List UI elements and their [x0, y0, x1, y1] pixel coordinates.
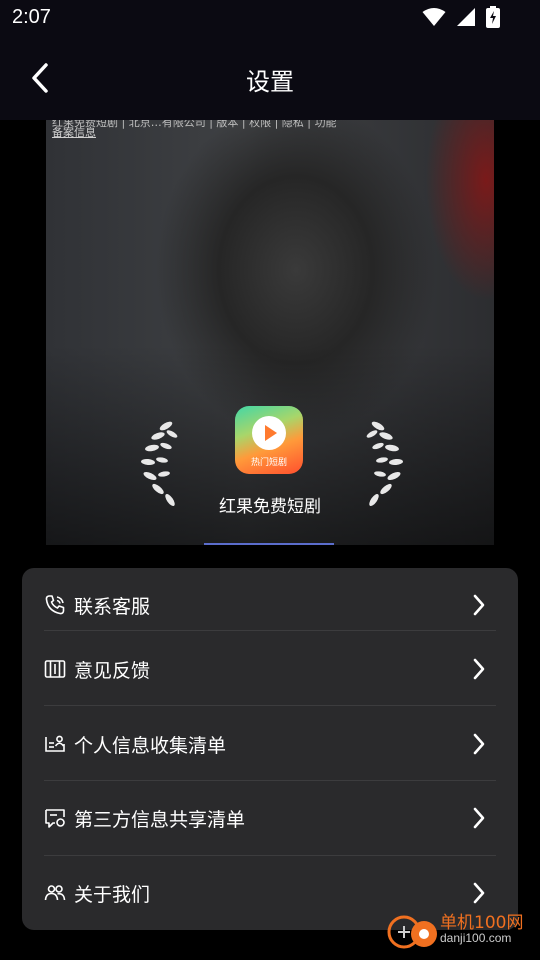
- battery-charging-icon: [486, 6, 500, 28]
- feedback-icon: [44, 658, 66, 680]
- app-name: 红果免费短剧: [219, 497, 321, 517]
- divider: [44, 630, 496, 631]
- divider: [44, 780, 496, 781]
- page-title: 设置: [246, 68, 294, 96]
- splash-indicator: [204, 543, 334, 545]
- status-time: 2:07: [12, 6, 51, 28]
- divider: [44, 705, 496, 706]
- menu-item-third-party-sharing-list[interactable]: 第三方信息共享清单: [44, 793, 496, 843]
- menu-item-feedback[interactable]: 意见反馈: [44, 644, 496, 694]
- personal-info-icon: [44, 733, 66, 755]
- phone-icon: [44, 594, 66, 616]
- group-icon: [44, 882, 66, 904]
- app-icon-tag: 热门短剧: [250, 458, 287, 468]
- chevron-right-icon: [473, 807, 485, 829]
- menu-item-label: 关于我们: [74, 883, 151, 906]
- chevron-right-icon: [473, 733, 485, 755]
- divider: [44, 855, 496, 856]
- signal-icon: [457, 8, 475, 26]
- menu-item-label: 个人信息收集清单: [74, 734, 227, 757]
- watermark-name: 单机100网: [440, 913, 524, 933]
- record-info-link[interactable]: 备案信息: [52, 124, 96, 140]
- wifi-icon: [422, 8, 446, 26]
- menu-item-label: 第三方信息共享清单: [74, 808, 246, 831]
- menu-item-contact-support[interactable]: 联系客服: [44, 580, 496, 630]
- app-icon[interactable]: 热门短剧: [235, 406, 303, 474]
- play-icon: [252, 416, 286, 450]
- share-icon: [44, 807, 66, 829]
- chevron-right-icon: [473, 882, 485, 904]
- app-splash-image: 红果免费短剧 | 北京…有限公司 | 版本 | 权限 | 隐私 | 功能 热门短…: [46, 120, 494, 545]
- splash-caption: 红果免费短剧 | 北京…有限公司 | 版本 | 权限 | 隐私 | 功能: [52, 120, 337, 129]
- danji100-logo-icon: [387, 915, 437, 949]
- top-app-bar: 设置: [0, 36, 540, 120]
- status-icons: [422, 6, 500, 28]
- watermark: 单机100网 danji100.com: [384, 906, 534, 954]
- watermark-url: danji100.com: [440, 931, 512, 945]
- chevron-right-icon: [473, 594, 485, 616]
- chevron-right-icon: [473, 658, 485, 680]
- settings-card: 联系客服 意见反馈 个人信息收集清单 第三方信息共享清单 关于我们: [22, 568, 518, 930]
- menu-item-label: 联系客服: [74, 595, 151, 618]
- menu-item-personal-info-list[interactable]: 个人信息收集清单: [44, 719, 496, 769]
- menu-item-label: 意见反馈: [74, 659, 151, 682]
- status-bar: 2:07: [0, 0, 540, 36]
